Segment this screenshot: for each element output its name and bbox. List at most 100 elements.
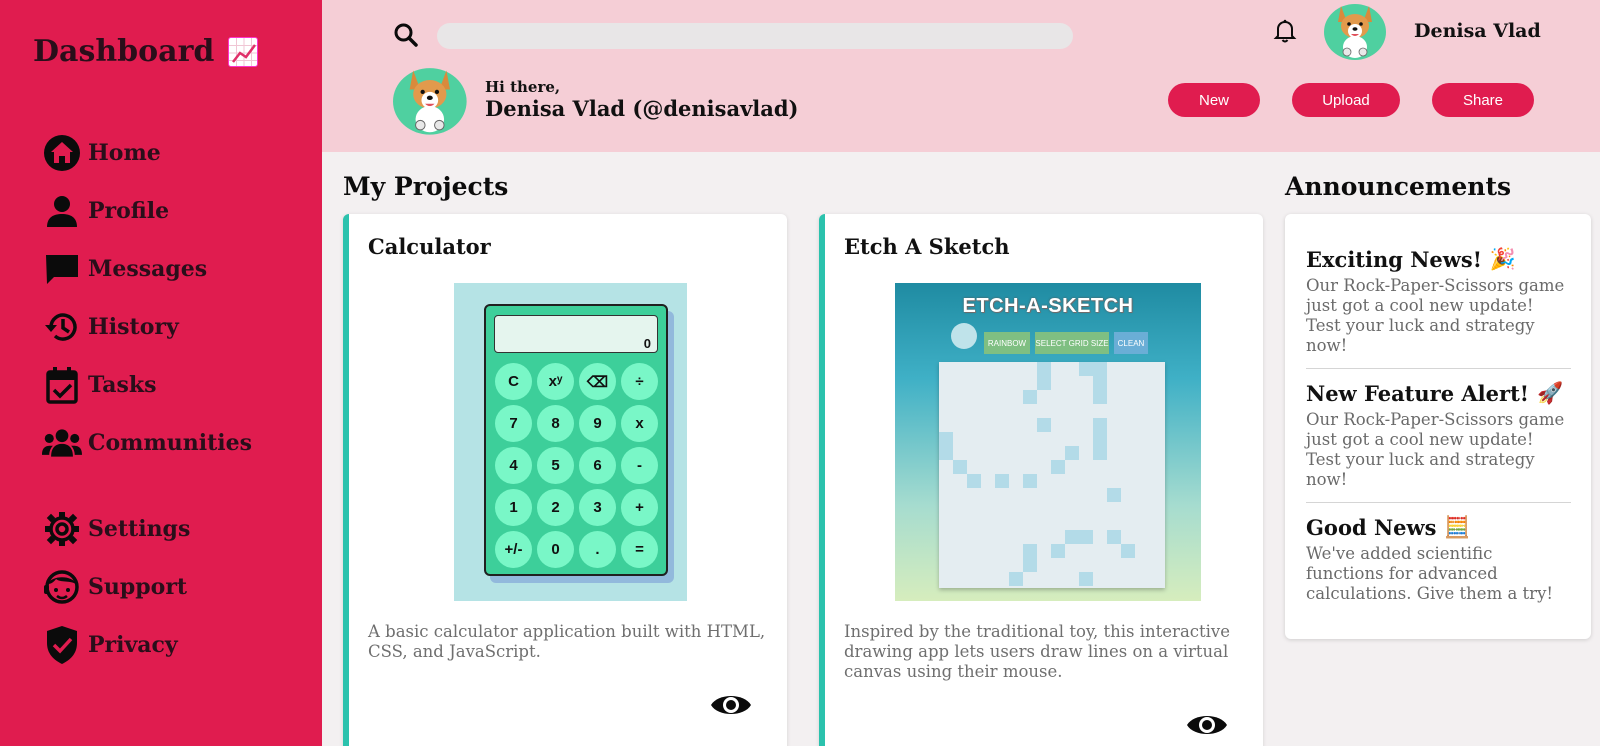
sidebar-item-profile[interactable]: Profile: [42, 182, 252, 240]
calculator-preview-image: 0 C xʸ ⌫ ÷ 7 8 9 x 4 5 6 - 1 2 3 + +/- 0: [454, 283, 687, 601]
grid-cell: [1093, 418, 1107, 432]
announcement-title-text: Good News: [1306, 514, 1437, 540]
grid-cell: [1023, 474, 1037, 488]
announcement-body: We've added scientific functions for adv…: [1306, 544, 1554, 603]
sidebar-item-label: History: [88, 314, 179, 340]
grid-cell: [1023, 544, 1037, 558]
grid-cell: [1093, 446, 1107, 460]
sidebar-item-label: Support: [88, 574, 188, 600]
announcements-title: Announcements: [1285, 172, 1512, 201]
brand[interactable]: Dashboard: [33, 34, 259, 69]
project-card-calculator[interactable]: Calculator 0 C xʸ ⌫ ÷ 7 8 9 x 4 5 6 - 1 …: [343, 214, 787, 746]
divider: [1306, 368, 1571, 369]
calc-key: xʸ: [537, 363, 574, 400]
calc-key: =: [621, 531, 658, 568]
calc-key: 6: [579, 447, 616, 484]
grid-cell: [1065, 530, 1079, 544]
share-button[interactable]: Share: [1432, 83, 1534, 117]
sidebar-item-messages[interactable]: Messages: [42, 240, 252, 298]
support-icon: [42, 567, 82, 607]
grid-cell: [1051, 544, 1065, 558]
profile-avatar: [393, 63, 469, 135]
grid-cell: [1009, 572, 1023, 586]
brand-title: Dashboard: [33, 34, 215, 69]
primary-nav: Home Profile Messages History Tasks Comm…: [42, 124, 252, 472]
calc-key: 4: [495, 447, 532, 484]
sidebar-item-home[interactable]: Home: [42, 124, 252, 182]
messages-icon: [42, 249, 82, 289]
sidebar: Dashboard Home Profile Messages History …: [0, 0, 322, 746]
calculator-body: 0 C xʸ ⌫ ÷ 7 8 9 x 4 5 6 - 1 2 3 + +/- 0: [484, 304, 668, 576]
calc-key: 8: [537, 405, 574, 442]
new-button[interactable]: New: [1168, 83, 1260, 117]
sidebar-item-label: Communities: [88, 430, 252, 456]
etch-a-sketch-preview-image: ETCH-A-SKETCH RAINBOW SELECT GRID SIZE C…: [895, 283, 1201, 601]
announcement-item: New Feature Alert! 🚀 Our Rock-Paper-Scis…: [1306, 380, 1571, 490]
grid-cell: [1023, 558, 1037, 572]
avatar[interactable]: [1324, 0, 1388, 60]
sidebar-item-tasks[interactable]: Tasks: [42, 356, 252, 414]
grid-cell: [953, 460, 967, 474]
grid-cell: [1093, 432, 1107, 446]
sketch-heading: ETCH-A-SKETCH: [962, 295, 1134, 317]
grid-cell: [1093, 362, 1107, 376]
sidebar-item-history[interactable]: History: [42, 298, 252, 356]
grid-cell: [1037, 376, 1051, 390]
calc-key: .: [579, 531, 616, 568]
eye-icon[interactable]: [1186, 710, 1228, 740]
sidebar-item-support[interactable]: Support: [42, 558, 190, 616]
card-title: Etch A Sketch: [844, 234, 1010, 259]
chart-icon: [228, 36, 259, 67]
party-popper-icon: 🎉: [1489, 246, 1517, 271]
secondary-nav: Settings Support Privacy: [42, 500, 190, 674]
color-picker-swatch: [951, 323, 977, 349]
announcement-item: Exciting News! 🎉 Our Rock-Paper-Scissors…: [1306, 246, 1571, 356]
calculator-display: 0: [494, 315, 658, 353]
sidebar-item-settings[interactable]: Settings: [42, 500, 190, 558]
grid-cell: [939, 432, 953, 446]
calc-key: ⌫: [579, 363, 616, 400]
eye-icon[interactable]: [710, 690, 752, 720]
bell-icon[interactable]: [1272, 18, 1298, 44]
calc-key: +/-: [495, 531, 532, 568]
project-card-etch-a-sketch[interactable]: Etch A Sketch ETCH-A-SKETCH RAINBOW SELE…: [819, 214, 1263, 746]
calc-key: 2: [537, 489, 574, 526]
user-fullname: Denisa Vlad (@denisavlad): [485, 96, 799, 121]
sidebar-item-privacy[interactable]: Privacy: [42, 616, 190, 674]
grid-cell: [1051, 460, 1065, 474]
calc-key: 9: [579, 405, 616, 442]
communities-icon: [42, 423, 82, 463]
grid-cell: [1107, 530, 1121, 544]
sidebar-item-label: Privacy: [88, 632, 178, 658]
sidebar-item-label: Home: [88, 140, 161, 166]
calc-key: x: [621, 405, 658, 442]
calc-key: ÷: [621, 363, 658, 400]
history-icon: [42, 307, 82, 347]
grid-cell: [967, 474, 981, 488]
announcement-title: Exciting News! 🎉: [1306, 246, 1571, 272]
search-icon[interactable]: [393, 22, 419, 48]
grid-cell: [1037, 418, 1051, 432]
calc-key: 1: [495, 489, 532, 526]
sidebar-item-label: Tasks: [88, 372, 157, 398]
rocket-icon: 🚀: [1537, 380, 1564, 405]
sidebar-item-label: Settings: [88, 516, 191, 542]
search-input[interactable]: [437, 23, 1073, 49]
grid-cell: [1037, 362, 1051, 376]
upload-button[interactable]: Upload: [1292, 83, 1400, 117]
home-icon: [42, 133, 82, 173]
tasks-icon: [42, 365, 82, 405]
abacus-icon: 🧮: [1444, 514, 1471, 539]
greeting: Hi there,: [485, 78, 561, 96]
grid-cell: [1079, 530, 1093, 544]
calc-key: 3: [579, 489, 616, 526]
grid-cell: [939, 446, 953, 460]
calc-key: -: [621, 447, 658, 484]
card-description: Inspired by the traditional toy, this in…: [844, 622, 1231, 681]
divider: [1306, 502, 1571, 503]
grid-cell: [1065, 446, 1079, 460]
sidebar-item-communities[interactable]: Communities: [42, 414, 252, 472]
profile-icon: [42, 191, 82, 231]
sketch-button-clean: CLEAN: [1114, 332, 1148, 354]
announcement-body: Our Rock-Paper-Scissors game just got a …: [1306, 276, 1565, 355]
